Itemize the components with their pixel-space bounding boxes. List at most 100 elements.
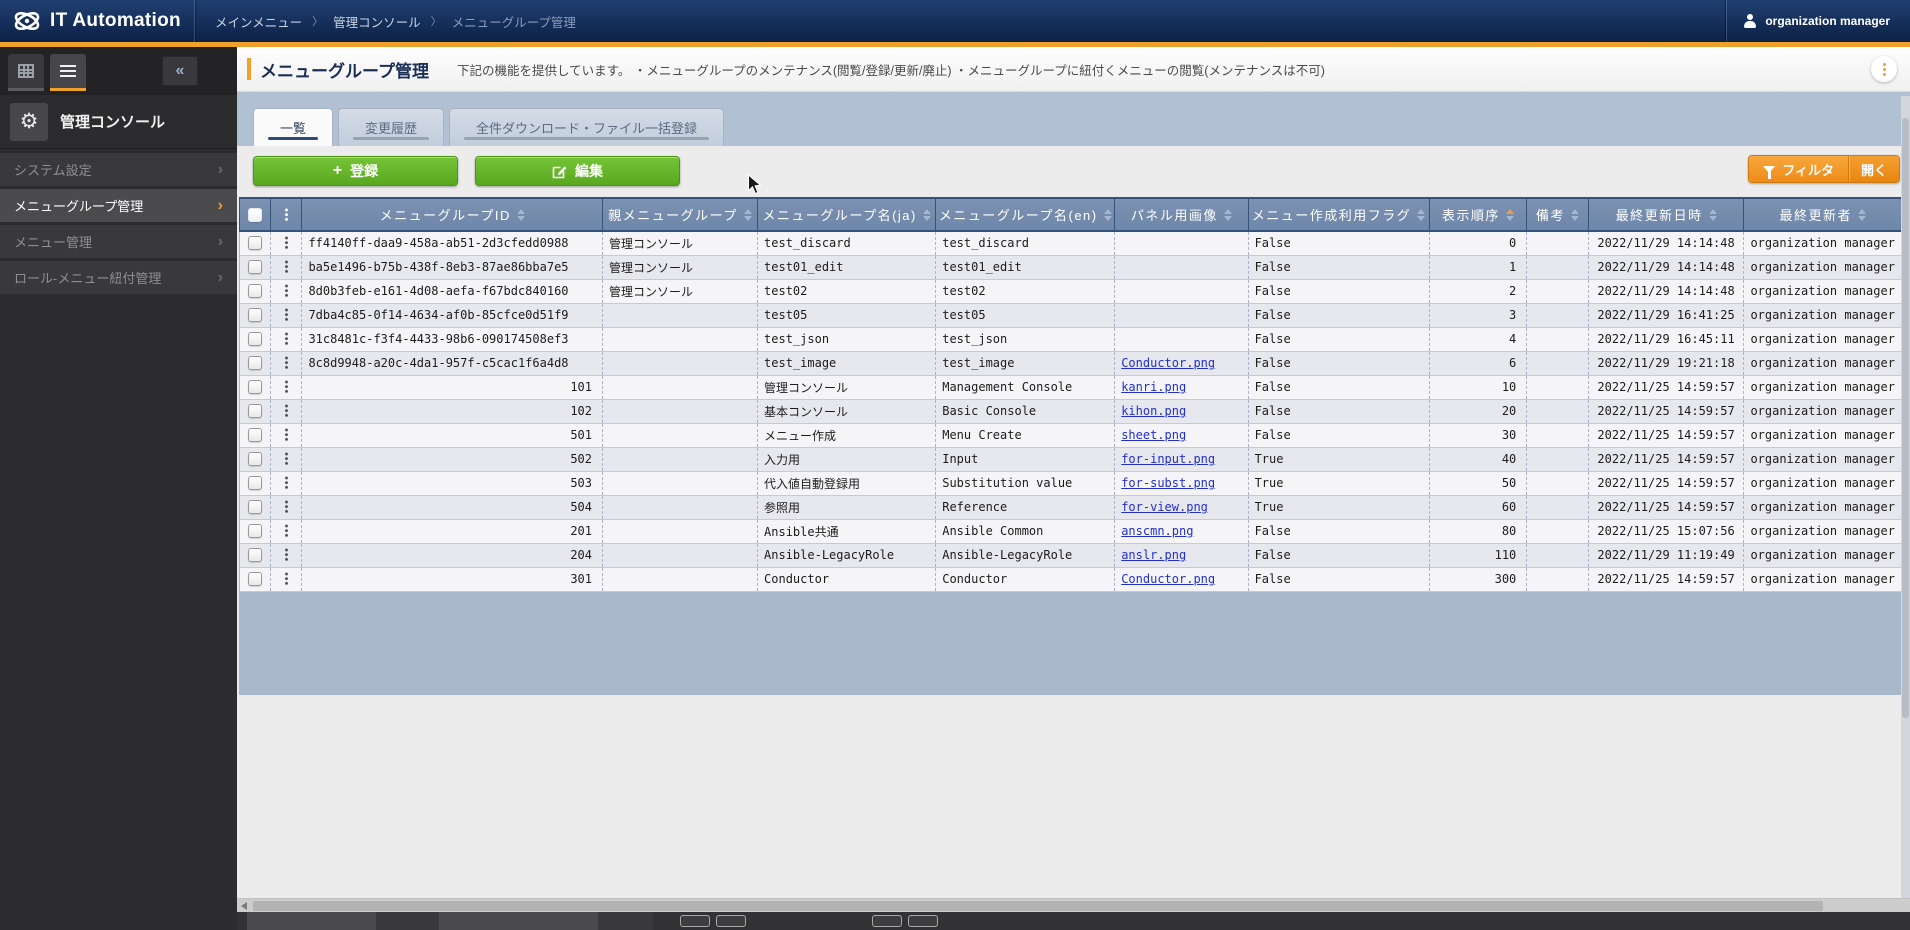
sort-arrows-icon[interactable]: [1571, 209, 1579, 221]
panel-image-link[interactable]: kihon.png: [1121, 404, 1186, 418]
sidebar-item[interactable]: メニュー管理›: [0, 225, 237, 258]
sidebar-collapse-button[interactable]: «: [162, 56, 198, 86]
sidebar-item[interactable]: システム設定›: [0, 153, 237, 186]
row-kebab-icon[interactable]: [285, 356, 288, 370]
row-checkbox[interactable]: [248, 548, 262, 562]
tab-list[interactable]: 一覧: [253, 108, 333, 146]
row-checkbox[interactable]: [248, 572, 262, 586]
tab-download[interactable]: 全件ダウンロード・ファイル一括登録: [449, 108, 724, 146]
breadcrumb-item[interactable]: 管理コンソール: [333, 12, 421, 31]
row-kebab-icon[interactable]: [285, 572, 288, 586]
sort-arrows-icon[interactable]: [1858, 209, 1866, 221]
edit-button[interactable]: 編集: [475, 156, 680, 186]
row-checkbox[interactable]: [248, 284, 262, 298]
menu-list-view-button[interactable]: [50, 54, 86, 91]
row-checkbox[interactable]: [248, 452, 262, 466]
page-menu-kebab-icon[interactable]: [1871, 56, 1897, 82]
row-checkbox[interactable]: [248, 356, 262, 370]
row-kebab-icon[interactable]: [285, 476, 288, 490]
row-checkbox[interactable]: [248, 428, 262, 442]
sort-arrows-icon[interactable]: [1506, 209, 1514, 221]
vertical-scrollbar-thumb[interactable]: [1902, 118, 1909, 718]
breadcrumb-item[interactable]: メニューグループ管理: [452, 12, 576, 31]
row-checkbox[interactable]: [248, 236, 262, 250]
row-kebab-icon[interactable]: [285, 284, 288, 298]
column-header[interactable]: メニューグループ名(en): [936, 198, 1115, 231]
sidebar-item[interactable]: ロール-メニュー紐付管理›: [0, 261, 237, 294]
row-menu-cell: [271, 567, 302, 591]
footer-segment: [376, 912, 439, 930]
breadcrumb-item[interactable]: メインメニュー: [215, 12, 302, 31]
row-menu-cell: [271, 399, 302, 423]
row-kebab-icon[interactable]: [285, 380, 288, 394]
row-kebab-icon[interactable]: [285, 428, 288, 442]
filter-open-button[interactable]: 開く: [1848, 156, 1899, 182]
table-row: ba5e1496-b75b-438f-8eb3-87ae86bba7e5管理コン…: [240, 255, 1902, 279]
cell-name_en: Conductor: [936, 567, 1115, 591]
tab-history[interactable]: 変更履歴: [338, 108, 444, 146]
row-kebab-icon[interactable]: [285, 332, 288, 346]
panel-image-link[interactable]: for-input.png: [1121, 452, 1215, 466]
panel-image-link[interactable]: for-subst.png: [1121, 476, 1215, 490]
row-checkbox[interactable]: [248, 476, 262, 490]
footer-button[interactable]: [872, 915, 902, 927]
vertical-scrollbar[interactable]: [1901, 96, 1910, 898]
row-kebab-icon[interactable]: [285, 524, 288, 538]
panel-image-link[interactable]: anslr.png: [1121, 548, 1186, 562]
horizontal-scrollbar[interactable]: [237, 898, 1910, 912]
horizontal-scrollbar-thumb[interactable]: [253, 901, 1823, 911]
column-header[interactable]: 最終更新日時: [1588, 198, 1744, 231]
footer-button[interactable]: [680, 915, 710, 927]
filter-button-group[interactable]: フィルタ 開く: [1748, 155, 1900, 183]
sort-arrows-icon[interactable]: [744, 209, 752, 221]
sort-arrows-icon[interactable]: [1224, 209, 1232, 221]
row-checkbox[interactable]: [248, 524, 262, 538]
cell-note: [1527, 255, 1588, 279]
column-header-label: 最終更新者: [1779, 205, 1852, 224]
column-header[interactable]: 備考: [1527, 198, 1588, 231]
row-kebab-icon[interactable]: [285, 452, 288, 466]
sort-arrows-icon[interactable]: [1104, 209, 1112, 221]
row-checkbox[interactable]: [248, 404, 262, 418]
sort-arrows-icon[interactable]: [1709, 209, 1717, 221]
panel-image-link[interactable]: sheet.png: [1121, 428, 1186, 442]
register-button[interactable]: + 登録: [253, 156, 458, 186]
row-checkbox[interactable]: [248, 380, 262, 394]
cell-menu_create_flag: False: [1248, 351, 1429, 375]
panel-image-link[interactable]: anscmn.png: [1121, 524, 1193, 538]
row-checkbox[interactable]: [248, 500, 262, 514]
sort-arrows-icon[interactable]: [1417, 209, 1425, 221]
menu-grid-view-button[interactable]: [8, 54, 44, 91]
sort-arrows-icon[interactable]: [923, 209, 931, 221]
cell-menu_create_flag: False: [1248, 423, 1429, 447]
row-kebab-icon[interactable]: [285, 260, 288, 274]
column-header[interactable]: メニューグループID: [302, 198, 603, 231]
footer-button[interactable]: [716, 915, 746, 927]
row-kebab-icon[interactable]: [285, 500, 288, 514]
select-all-checkbox[interactable]: [248, 208, 262, 222]
column-header[interactable]: 表示順序: [1429, 198, 1527, 231]
cell-updated_by: organization manager: [1744, 495, 1902, 519]
row-kebab-icon[interactable]: [285, 548, 288, 562]
column-header[interactable]: 最終更新者: [1744, 198, 1902, 231]
column-header[interactable]: メニュー作成利用フラグ: [1248, 198, 1429, 231]
row-kebab-icon[interactable]: [285, 236, 288, 250]
row-kebab-icon[interactable]: [285, 308, 288, 322]
scroll-left-arrow-icon[interactable]: [241, 902, 247, 910]
panel-image-link[interactable]: kanri.png: [1121, 380, 1186, 394]
panel-image-link[interactable]: Conductor.png: [1121, 356, 1215, 370]
row-kebab-icon[interactable]: [285, 404, 288, 418]
sort-arrows-icon[interactable]: [517, 209, 525, 221]
row-checkbox[interactable]: [248, 308, 262, 322]
panel-image-link[interactable]: Conductor.png: [1121, 572, 1215, 586]
panel-image-link[interactable]: for-view.png: [1121, 500, 1208, 514]
row-checkbox[interactable]: [248, 332, 262, 346]
sidebar-item[interactable]: メニューグループ管理›: [0, 189, 237, 222]
column-header[interactable]: メニューグループ名(ja): [758, 198, 936, 231]
column-header[interactable]: パネル用画像: [1115, 198, 1248, 231]
filter-button[interactable]: フィルタ: [1749, 156, 1848, 182]
column-header[interactable]: 親メニューグループ: [603, 198, 758, 231]
footer-button[interactable]: [908, 915, 938, 927]
user-menu[interactable]: organization manager: [1726, 0, 1910, 42]
row-checkbox[interactable]: [248, 260, 262, 274]
